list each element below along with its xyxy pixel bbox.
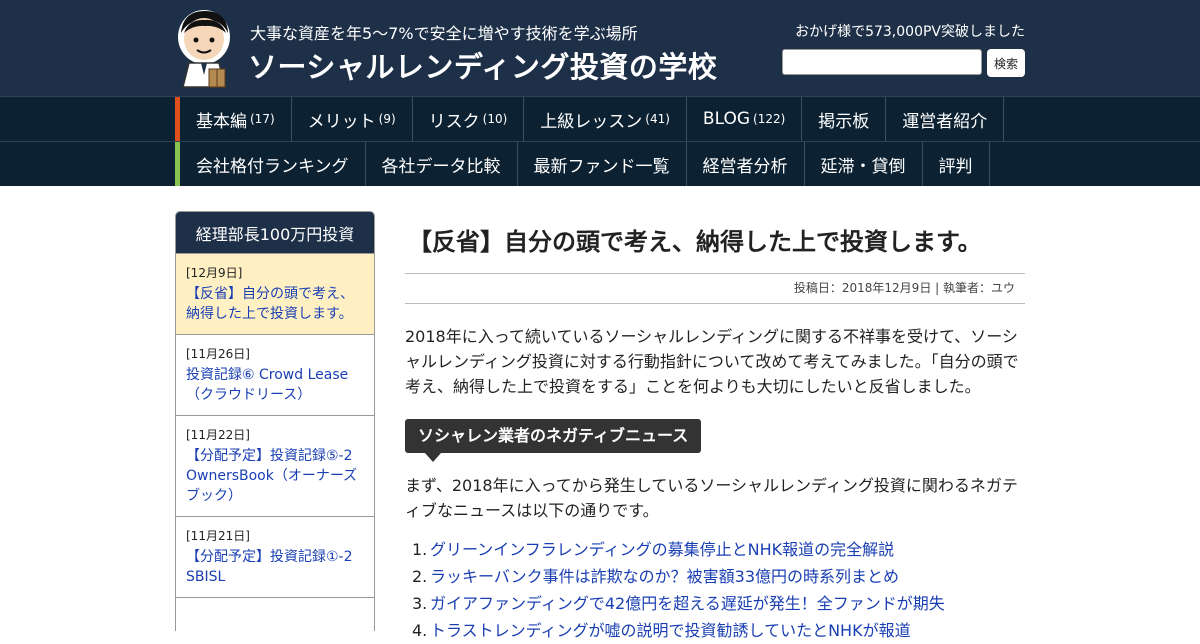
- post-date: [12月9日]: [186, 266, 243, 280]
- list-number: 1.: [412, 540, 428, 559]
- nav-item-comparison[interactable]: 各社データ比較: [366, 142, 518, 186]
- nav-count: (10): [482, 112, 508, 126]
- article-title: 【反省】自分の頭で考え、納得した上で投資します。: [408, 228, 982, 256]
- list-item: 2. ラッキーバンク事件は詐欺なのか？被害額33億円の時系列まとめ: [412, 563, 1025, 590]
- mascot-logo-icon[interactable]: [175, 7, 235, 89]
- news-link-list: 1. グリーンインフラレンディングの募集停止とNHK報道の完全解説 2. ラッキーバ…: [412, 536, 1025, 644]
- nav-label: 上級レッスン: [540, 111, 643, 132]
- list-number: 4.: [412, 621, 428, 640]
- news-link[interactable]: ガイアファンディングで42億円を超える遅延が発生！全ファンドが期失: [430, 594, 945, 613]
- section-heading-tail: [425, 453, 441, 462]
- news-link[interactable]: グリーンインフラレンディングの募集停止とNHK報道の完全解説: [430, 540, 894, 559]
- list-item[interactable]: [11月22日] 【分配予定】投資記録⑤-2 OwnersBook（オーナーズブ…: [176, 415, 374, 516]
- post-link[interactable]: 【反省】自分の頭で考え、納得した上で投資します。: [186, 284, 364, 324]
- sidebar-title: 経理部長100万円投資: [176, 212, 374, 253]
- nav-item-about[interactable]: 運営者紹介: [886, 97, 1005, 141]
- list-number: 2.: [412, 567, 428, 586]
- article-meta: 投稿日：2018年12月9日 | 執筆者：ユウ: [405, 273, 1025, 304]
- nav-label: 基本編: [196, 111, 247, 132]
- list-item[interactable]: [12月9日] 【反省】自分の頭で考え、納得した上で投資します。: [176, 253, 374, 334]
- nav-item-reputation[interactable]: 評判: [923, 142, 990, 186]
- post-link[interactable]: 【分配予定】投資記録①-2 SBISL: [186, 547, 364, 587]
- main-nav-row-2: 会社格付ランキング 各社データ比較 最新ファンド一覧 経営者分析 延滞・貸倒 評…: [0, 141, 1200, 186]
- nav-count: (122): [753, 112, 786, 126]
- news-link[interactable]: トラストレンディングが嘘の説明で投資勧誘していたとNHKが報道: [430, 621, 911, 640]
- nav-item-forum[interactable]: 掲示板: [802, 97, 887, 141]
- news-link[interactable]: ラッキーバンク事件は詐欺なのか？被害額33億円の時系列まとめ: [430, 567, 899, 586]
- site-title[interactable]: ソーシャルレンディング投資の学校: [248, 44, 717, 86]
- post-date: [11月22日]: [186, 428, 250, 442]
- nav-item-ranking[interactable]: 会社格付ランキング: [180, 142, 366, 186]
- post-date: [11月26日]: [186, 347, 250, 361]
- nav-label: 掲示板: [818, 111, 870, 132]
- nav-label: リスク: [428, 111, 480, 132]
- nav-item-blog[interactable]: BLOG (122): [687, 97, 803, 141]
- nav-item-merits[interactable]: メリット (9): [292, 97, 413, 141]
- nav-item-basics[interactable]: 基本編 (17): [180, 97, 292, 141]
- nav-label: メリット: [307, 111, 376, 132]
- nav-count: (9): [378, 112, 396, 126]
- search-button[interactable]: 検索: [987, 49, 1025, 77]
- nav-item-risks[interactable]: リスク (10): [413, 97, 525, 141]
- sidebar-widget: 経理部長100万円投資 [12月9日] 【反省】自分の頭で考え、納得した上で投資…: [175, 211, 375, 631]
- section-text: まず、2018年に入ってから発生しているソーシャルレンディング投資に関わるネガテ…: [405, 476, 1018, 520]
- section-heading: ソシャレン業者のネガティブニュース: [405, 419, 702, 453]
- nav-count: (41): [645, 112, 670, 126]
- list-item: 3. ガイアファンディングで42億円を超える遅延が発生！全ファンドが期失: [412, 590, 1025, 617]
- pageview-announcement: おかげ様で573,000PV突破しました: [795, 24, 1025, 40]
- nav-label: BLOG: [702, 109, 751, 129]
- list-number: 3.: [412, 594, 428, 613]
- list-item[interactable]: [11月26日] 投資記録⑥ Crowd Lease（クラウドリース）: [176, 334, 374, 415]
- list-item: 1. グリーンインフラレンディングの募集停止とNHK報道の完全解説: [412, 536, 1025, 563]
- list-item-partial[interactable]: [176, 597, 374, 627]
- list-item[interactable]: [11月21日] 【分配予定】投資記録①-2 SBISL: [176, 516, 374, 597]
- list-item: 4. トラストレンディングが嘘の説明で投資勧誘していたとNHKが報道: [412, 617, 1025, 644]
- site-header: 大事な資産を年5～7%で安全に増やす技術を学ぶ場所 ソーシャルレンディング投資の…: [0, 0, 1200, 96]
- search-input[interactable]: [782, 49, 982, 75]
- post-date: [11月21日]: [186, 529, 250, 543]
- nav-item-delinquency[interactable]: 延滞・貸倒: [805, 142, 923, 186]
- nav-count: (17): [250, 112, 275, 126]
- nav-item-fund-list[interactable]: 最新ファンド一覧: [518, 142, 687, 186]
- nav-item-executive-analysis[interactable]: 経営者分析: [687, 142, 805, 186]
- article-intro: 2018年に入って続いているソーシャルレンディングに関する不祥事を受けて、ソーシ…: [405, 327, 1019, 396]
- main-nav-row-1: 基本編 (17) メリット (9) リスク (10) 上級レッスン (41) BLOG(…: [0, 96, 1200, 141]
- nav-item-advanced[interactable]: 上級レッスン (41): [524, 97, 687, 141]
- site-tagline: 大事な資産を年5～7%で安全に増やす技術を学ぶ場所: [250, 24, 638, 43]
- nav-label: 運営者紹介: [902, 111, 988, 132]
- post-link[interactable]: 投資記録⑥ Crowd Lease（クラウドリース）: [186, 365, 364, 405]
- post-link[interactable]: 【分配予定】投資記録⑤-2 OwnersBook（オーナーズブック）: [186, 446, 364, 506]
